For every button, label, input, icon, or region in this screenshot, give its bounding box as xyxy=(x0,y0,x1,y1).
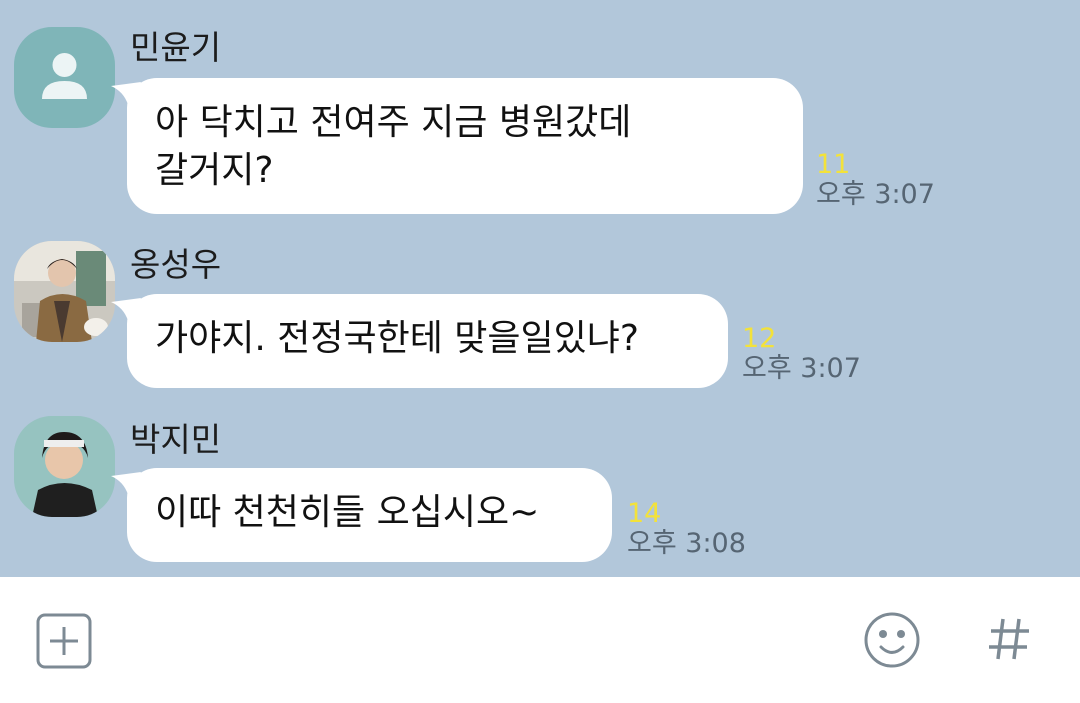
unread-count: 14 xyxy=(627,498,662,529)
message-meta: 12 오후 3:07 xyxy=(742,324,861,384)
bubble-tail xyxy=(111,472,141,498)
timestamp: 오후 3:07 xyxy=(742,353,861,384)
sender-name: 옹성우 xyxy=(130,245,222,284)
bubble-tail xyxy=(111,298,141,324)
message-text: 이따 천천히들 오십시오~ xyxy=(155,492,540,533)
avatar[interactable] xyxy=(14,416,115,517)
chat-area[interactable]: 민윤기 아 닥치고 전여주 지금 병원갔데 갈거지? 11 오후 3:07 옹성… xyxy=(0,0,1080,577)
hashtag-icon[interactable] xyxy=(987,615,1031,663)
default-profile-icon xyxy=(14,27,115,128)
message-bubble[interactable]: 아 닥치고 전여주 지금 병원갔데 갈거지? xyxy=(111,78,803,214)
profile-photo-icon xyxy=(14,416,115,517)
profile-photo-icon xyxy=(14,241,115,342)
message-text: 아 닥치고 전여주 지금 병원갔데 갈거지? xyxy=(155,102,632,191)
bubble-tail xyxy=(111,82,141,108)
unread-count: 11 xyxy=(816,149,851,180)
timestamp: 오후 3:08 xyxy=(627,528,746,559)
unread-count: 12 xyxy=(742,323,777,354)
sender-name: 박지민 xyxy=(130,420,222,459)
emoji-icon[interactable] xyxy=(863,611,921,669)
sender-name: 민윤기 xyxy=(130,28,222,67)
timestamp: 오후 3:07 xyxy=(816,179,935,210)
avatar[interactable] xyxy=(14,241,115,342)
input-bar xyxy=(0,577,1080,703)
avatar[interactable] xyxy=(14,27,115,128)
message-meta: 11 오후 3:07 xyxy=(816,150,935,210)
message-text: 가야지. 전정국한테 맞을일있냐? xyxy=(155,318,639,359)
plus-icon[interactable] xyxy=(36,613,92,669)
message-bubble[interactable]: 가야지. 전정국한테 맞을일있냐? xyxy=(111,294,728,388)
message-meta: 14 오후 3:08 xyxy=(627,499,746,559)
message-bubble[interactable]: 이따 천천히들 오십시오~ xyxy=(111,468,612,562)
